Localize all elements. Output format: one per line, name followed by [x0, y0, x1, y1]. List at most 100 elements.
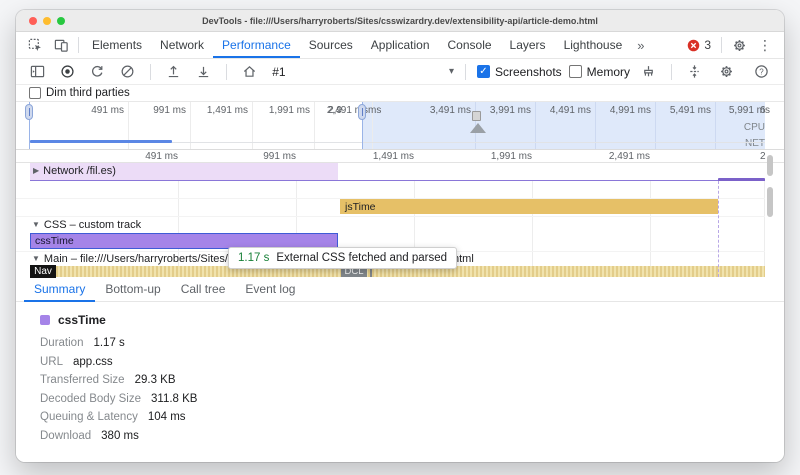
- disclosure-collapsed-icon: ▶: [33, 166, 39, 175]
- screenshot-thumbnail[interactable]: [472, 111, 481, 121]
- tab-lighthouse[interactable]: Lighthouse: [555, 32, 632, 58]
- timeline-ruler[interactable]: 491 ms 991 ms 1,491 ms 1,991 ms 2,491 ms…: [16, 150, 784, 163]
- network-request-segment: [718, 178, 765, 181]
- memory-checkbox-group[interactable]: Memory: [569, 65, 630, 79]
- tooltip-text: External CSS fetched and parsed: [276, 252, 447, 264]
- css-custom-track-header[interactable]: ▼CSS – custom track: [32, 219, 141, 231]
- tab-event-log[interactable]: Event log: [235, 278, 305, 302]
- overview-tick: 991 ms: [132, 105, 186, 116]
- overview-tick: 4,491 ms: [537, 105, 591, 116]
- overview-tick: 3,491 ms: [417, 105, 471, 116]
- memory-label: Memory: [587, 65, 630, 79]
- ruler-tick: 1,491 ms: [354, 151, 414, 162]
- error-icon: [687, 39, 700, 52]
- home-icon[interactable]: [238, 59, 261, 85]
- overview-tick-cut-unit: ms: [368, 105, 388, 116]
- summary-row: Download 380 ms: [40, 427, 784, 446]
- fit-to-window-icon[interactable]: [683, 59, 706, 85]
- divider: [465, 64, 466, 80]
- history-dropdown[interactable]: #1 ▾: [272, 65, 454, 79]
- chevron-down-icon: ▾: [449, 66, 454, 77]
- dim-third-parties-row: Dim third parties: [16, 85, 784, 102]
- tab-console[interactable]: Console: [439, 32, 501, 58]
- timeline-stage: 491 ms 991 ms 1,491 ms 1,991 ms 2,491 ms…: [16, 102, 784, 278]
- close-window-icon[interactable]: [29, 17, 37, 25]
- tab-call-tree[interactable]: Call tree: [171, 278, 236, 302]
- tab-bottom-up[interactable]: Bottom-up: [95, 278, 170, 302]
- details-tabbar: Summary Bottom-up Call tree Event log: [16, 278, 784, 302]
- cpu-lane-label: CPU: [716, 122, 765, 133]
- tab-performance[interactable]: Performance: [213, 32, 300, 58]
- network-overview-request: [30, 140, 172, 143]
- screenshots-checkbox-group[interactable]: ✓ Screenshots: [477, 65, 562, 79]
- scrollbar-thumb[interactable]: [767, 187, 773, 217]
- tooltip-duration: 1.17 s: [238, 252, 269, 264]
- overview-tick-cut: 2,9: [288, 105, 342, 116]
- summary-entry-name: cssTime: [58, 313, 106, 327]
- divider: [150, 64, 151, 80]
- screenshots-checkbox[interactable]: ✓: [477, 65, 490, 78]
- range-handle-left[interactable]: [25, 104, 33, 120]
- performance-tooltip: 1.17 s External CSS fetched and parsed: [228, 247, 457, 269]
- overview-tick-cut: 6: [760, 105, 770, 116]
- record-and-reload-icon[interactable]: [86, 59, 109, 85]
- dim-third-parties-label: Dim third parties: [46, 87, 130, 99]
- memory-checkbox[interactable]: [569, 65, 582, 78]
- csstime-color-swatch: [40, 315, 50, 325]
- tab-network[interactable]: Network: [151, 32, 213, 58]
- record-icon[interactable]: [56, 59, 79, 85]
- nav-marker-badge[interactable]: Nav: [30, 265, 56, 278]
- tab-elements[interactable]: Elements: [83, 32, 151, 58]
- clear-icon[interactable]: [116, 59, 139, 85]
- toggle-sidebar-icon[interactable]: [26, 59, 49, 85]
- devtools-window: DevTools - file:///Users/harryroberts/Si…: [16, 10, 784, 462]
- devtools-tabbar: Elements Network Performance Sources App…: [16, 32, 784, 59]
- overview-tick: 5,491 ms: [657, 105, 711, 116]
- summary-panel: cssTime Duration 1.17 s URL app.css Tran…: [16, 302, 784, 462]
- minimize-window-icon[interactable]: [43, 17, 51, 25]
- summary-legend: cssTime: [40, 311, 784, 329]
- overview-tick: 4,991 ms: [597, 105, 651, 116]
- disclosure-expanded-icon: ▼: [32, 220, 40, 229]
- settings-gear-icon[interactable]: [726, 32, 752, 58]
- help-icon[interactable]: ?: [748, 59, 774, 85]
- history-selected-value: #1: [272, 65, 285, 79]
- collect-garbage-icon[interactable]: [637, 59, 660, 85]
- error-counter[interactable]: 3: [681, 38, 717, 52]
- inspect-element-icon[interactable]: [22, 32, 48, 58]
- range-handle-right[interactable]: [358, 104, 366, 120]
- download-profile-icon[interactable]: [192, 59, 215, 85]
- kebab-menu-icon[interactable]: ⋮: [752, 37, 778, 54]
- disclosure-expanded-icon: ▼: [32, 254, 40, 263]
- dim-third-parties-checkbox[interactable]: [29, 87, 41, 99]
- ruler-tick: 1,991 ms: [472, 151, 532, 162]
- zoom-window-icon[interactable]: [57, 17, 65, 25]
- cpu-activity-peak: [470, 123, 486, 133]
- svg-text:?: ?: [759, 67, 764, 76]
- network-track-title[interactable]: ▶Network /fil.es): [33, 165, 116, 177]
- main-track-header[interactable]: ▼Main – file:///Users/harryroberts/Sites…: [32, 253, 233, 265]
- divider: [721, 37, 722, 53]
- traffic-lights: [29, 17, 65, 25]
- capture-settings-gear-icon[interactable]: [713, 59, 739, 85]
- upload-profile-icon[interactable]: [162, 59, 185, 85]
- device-toolbar-icon[interactable]: [48, 32, 74, 58]
- tab-sources[interactable]: Sources: [300, 32, 362, 58]
- window-title: DevTools - file:///Users/harryroberts/Si…: [16, 10, 784, 32]
- ruler-tick: 491 ms: [118, 151, 178, 162]
- tab-application[interactable]: Application: [362, 32, 439, 58]
- summary-row: Duration 1.17 s: [40, 334, 784, 353]
- summary-row: Transferred Size 29.3 KB: [40, 371, 784, 390]
- tab-layers[interactable]: Layers: [501, 32, 555, 58]
- overview-tick: 3,991 ms: [477, 105, 531, 116]
- ruler-tick: 991 ms: [236, 151, 296, 162]
- tab-summary[interactable]: Summary: [24, 278, 95, 302]
- network-track[interactable]: ▶Network /fil.es): [16, 163, 784, 181]
- error-count: 3: [704, 38, 711, 52]
- divider: [78, 37, 79, 53]
- summary-row: Decoded Body Size 311.8 KB: [40, 390, 784, 409]
- jstime-entry-bar[interactable]: jsTime: [340, 199, 718, 214]
- more-tabs-icon[interactable]: »: [631, 38, 650, 53]
- summary-row: Queuing & Latency 104 ms: [40, 408, 784, 427]
- scrollbar-thumb[interactable]: [767, 155, 773, 176]
